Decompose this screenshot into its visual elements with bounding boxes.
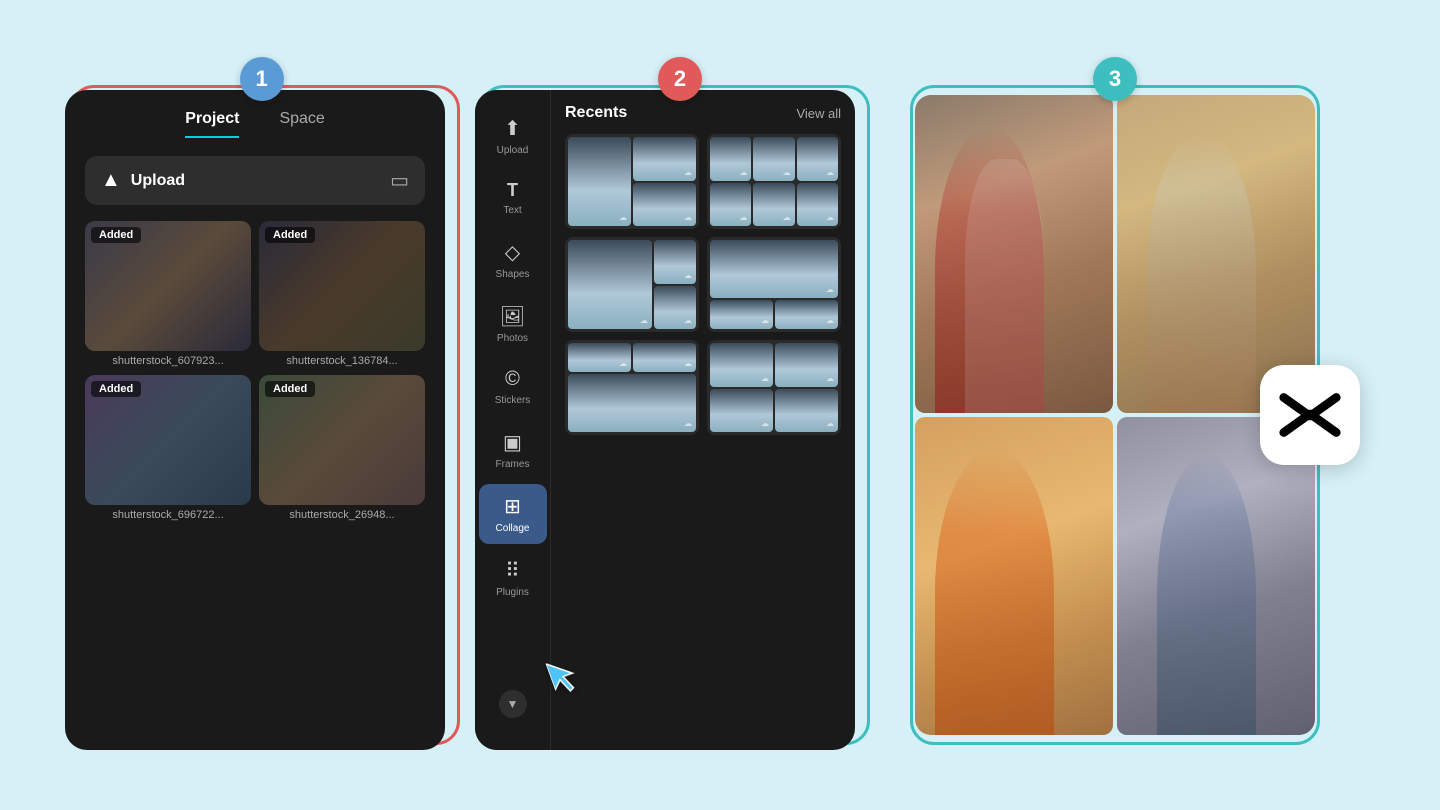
- photo-wrapper-1: Added shutterstock_607923...: [85, 221, 251, 367]
- ct-cell: [797, 137, 838, 181]
- collage-template-grid: [565, 134, 841, 435]
- sidebar-item-upload[interactable]: ⬆ Upload: [479, 106, 547, 166]
- panel1-wrapper: 1 Project Space ▲ Upload ▭ Added: [60, 75, 480, 755]
- ct-cell: [654, 286, 696, 330]
- text-sidebar-label: Text: [503, 205, 521, 216]
- ct-cell: [710, 240, 838, 298]
- ct-cell: [710, 300, 773, 329]
- added-badge-4: Added: [265, 381, 315, 397]
- upload-button[interactable]: ▲ Upload ▭: [85, 156, 425, 205]
- frames-icon: ▣: [503, 430, 522, 455]
- sidebar-item-stickers[interactable]: © Stickers: [479, 358, 547, 416]
- photo-wrapper-3: Added shutterstock_696722...: [85, 375, 251, 521]
- recents-title: Recents: [565, 104, 627, 122]
- ct-cell: [775, 300, 838, 329]
- collage-template-2[interactable]: [707, 134, 841, 229]
- shapes-icon: ◇: [505, 240, 520, 265]
- step-badge-2: 2: [658, 57, 702, 101]
- sidebar-item-frames[interactable]: ▣ Frames: [479, 420, 547, 480]
- photo-item-3[interactable]: Added: [85, 375, 251, 505]
- photo-wrapper-2: Added shutterstock_136784...: [259, 221, 425, 367]
- content-area: Recents View all: [551, 90, 855, 750]
- photo-label-3: shutterstock_696722...: [85, 509, 251, 521]
- step-number-1: 1: [255, 66, 267, 92]
- capcut-logo: [1260, 365, 1360, 465]
- view-all-link[interactable]: View all: [796, 106, 841, 121]
- photo-item-1[interactable]: Added: [85, 221, 251, 351]
- photos-sidebar-label: Photos: [497, 333, 528, 344]
- step-number-2: 2: [674, 66, 686, 92]
- ct-cell: [654, 240, 696, 284]
- sidebar: ⬆ Upload T Text ◇ Shapes 🖼 Photos © S: [475, 90, 551, 750]
- added-badge-2: Added: [265, 227, 315, 243]
- photo-label-4: shutterstock_26948...: [259, 509, 425, 521]
- ct-cell: [753, 137, 794, 181]
- ct-cell: [633, 137, 696, 181]
- panel1: Project Space ▲ Upload ▭ Added shutterst…: [65, 90, 445, 750]
- photo-label-2: shutterstock_136784...: [259, 355, 425, 367]
- upload-label: Upload: [131, 172, 185, 190]
- photo-grid: Added shutterstock_607923... Added shutt…: [65, 205, 445, 537]
- tab-project[interactable]: Project: [185, 110, 239, 138]
- ct-cell: [568, 343, 631, 372]
- ct-cell: [710, 183, 751, 227]
- panel3-wrapper: 3: [900, 75, 1330, 755]
- plugins-icon: ⠿: [505, 558, 520, 583]
- device-icon: ▭: [390, 168, 409, 193]
- ct-cell: [775, 389, 838, 433]
- upload-cloud-icon: ▲: [101, 169, 121, 192]
- ct-cell: [710, 343, 773, 387]
- result-photo-1: [915, 95, 1113, 413]
- collage-template-5[interactable]: [565, 340, 699, 435]
- shapes-sidebar-label: Shapes: [496, 269, 530, 280]
- plugins-sidebar-label: Plugins: [496, 587, 529, 598]
- added-badge-1: Added: [91, 227, 141, 243]
- main-container: 1 Project Space ▲ Upload ▭ Added: [60, 45, 1380, 765]
- result-photo-3: [915, 417, 1113, 735]
- panel2-wrapper: 2 ⬆ Upload T Text ◇ Shapes 🖼: [470, 75, 890, 755]
- ct-cell: [753, 183, 794, 227]
- ct-cell: [568, 137, 631, 226]
- collage-template-1[interactable]: [565, 134, 699, 229]
- panel2: ⬆ Upload T Text ◇ Shapes 🖼 Photos © S: [475, 90, 855, 750]
- ct-cell: [797, 183, 838, 227]
- ct-cell: [633, 343, 696, 372]
- tab-space[interactable]: Space: [279, 110, 324, 138]
- photos-icon: 🖼: [500, 304, 525, 329]
- photo-wrapper-4: Added shutterstock_26948...: [259, 375, 425, 521]
- step-badge-1: 1: [240, 57, 284, 101]
- ct-cell: [710, 137, 751, 181]
- text-icon: T: [507, 180, 518, 201]
- added-badge-3: Added: [91, 381, 141, 397]
- sidebar-item-text[interactable]: T Text: [479, 170, 547, 226]
- frames-sidebar-label: Frames: [496, 459, 530, 470]
- stickers-icon: ©: [505, 368, 520, 391]
- photo-label-1: shutterstock_607923...: [85, 355, 251, 367]
- ct-cell: [710, 389, 773, 433]
- step-badge-3: 3: [1093, 57, 1137, 101]
- photo-item-2[interactable]: Added: [259, 221, 425, 351]
- sidebar-item-photos[interactable]: 🖼 Photos: [479, 294, 547, 354]
- ct-cell: [775, 343, 838, 387]
- sidebar-item-collage[interactable]: ⊞ Collage: [479, 484, 547, 544]
- collage-template-6[interactable]: [707, 340, 841, 435]
- collage-template-4[interactable]: [707, 237, 841, 332]
- collage-sidebar-label: Collage: [496, 523, 530, 534]
- ct-cell: [568, 374, 696, 432]
- upload-sidebar-label: Upload: [497, 145, 529, 156]
- collage-template-3[interactable]: [565, 237, 699, 332]
- sidebar-down-button[interactable]: ▼: [499, 690, 527, 718]
- ct-cell: [568, 240, 652, 329]
- step-number-3: 3: [1109, 66, 1121, 92]
- photo-item-4[interactable]: Added: [259, 375, 425, 505]
- recents-header: Recents View all: [565, 104, 841, 122]
- ct-cell: [633, 183, 696, 227]
- panel3-photo-grid: [915, 95, 1315, 735]
- stickers-sidebar-label: Stickers: [495, 395, 531, 406]
- upload-icon: ⬆: [504, 116, 521, 141]
- sidebar-item-plugins[interactable]: ⠿ Plugins: [479, 548, 547, 608]
- collage-icon: ⊞: [504, 494, 521, 519]
- sidebar-item-shapes[interactable]: ◇ Shapes: [479, 230, 547, 290]
